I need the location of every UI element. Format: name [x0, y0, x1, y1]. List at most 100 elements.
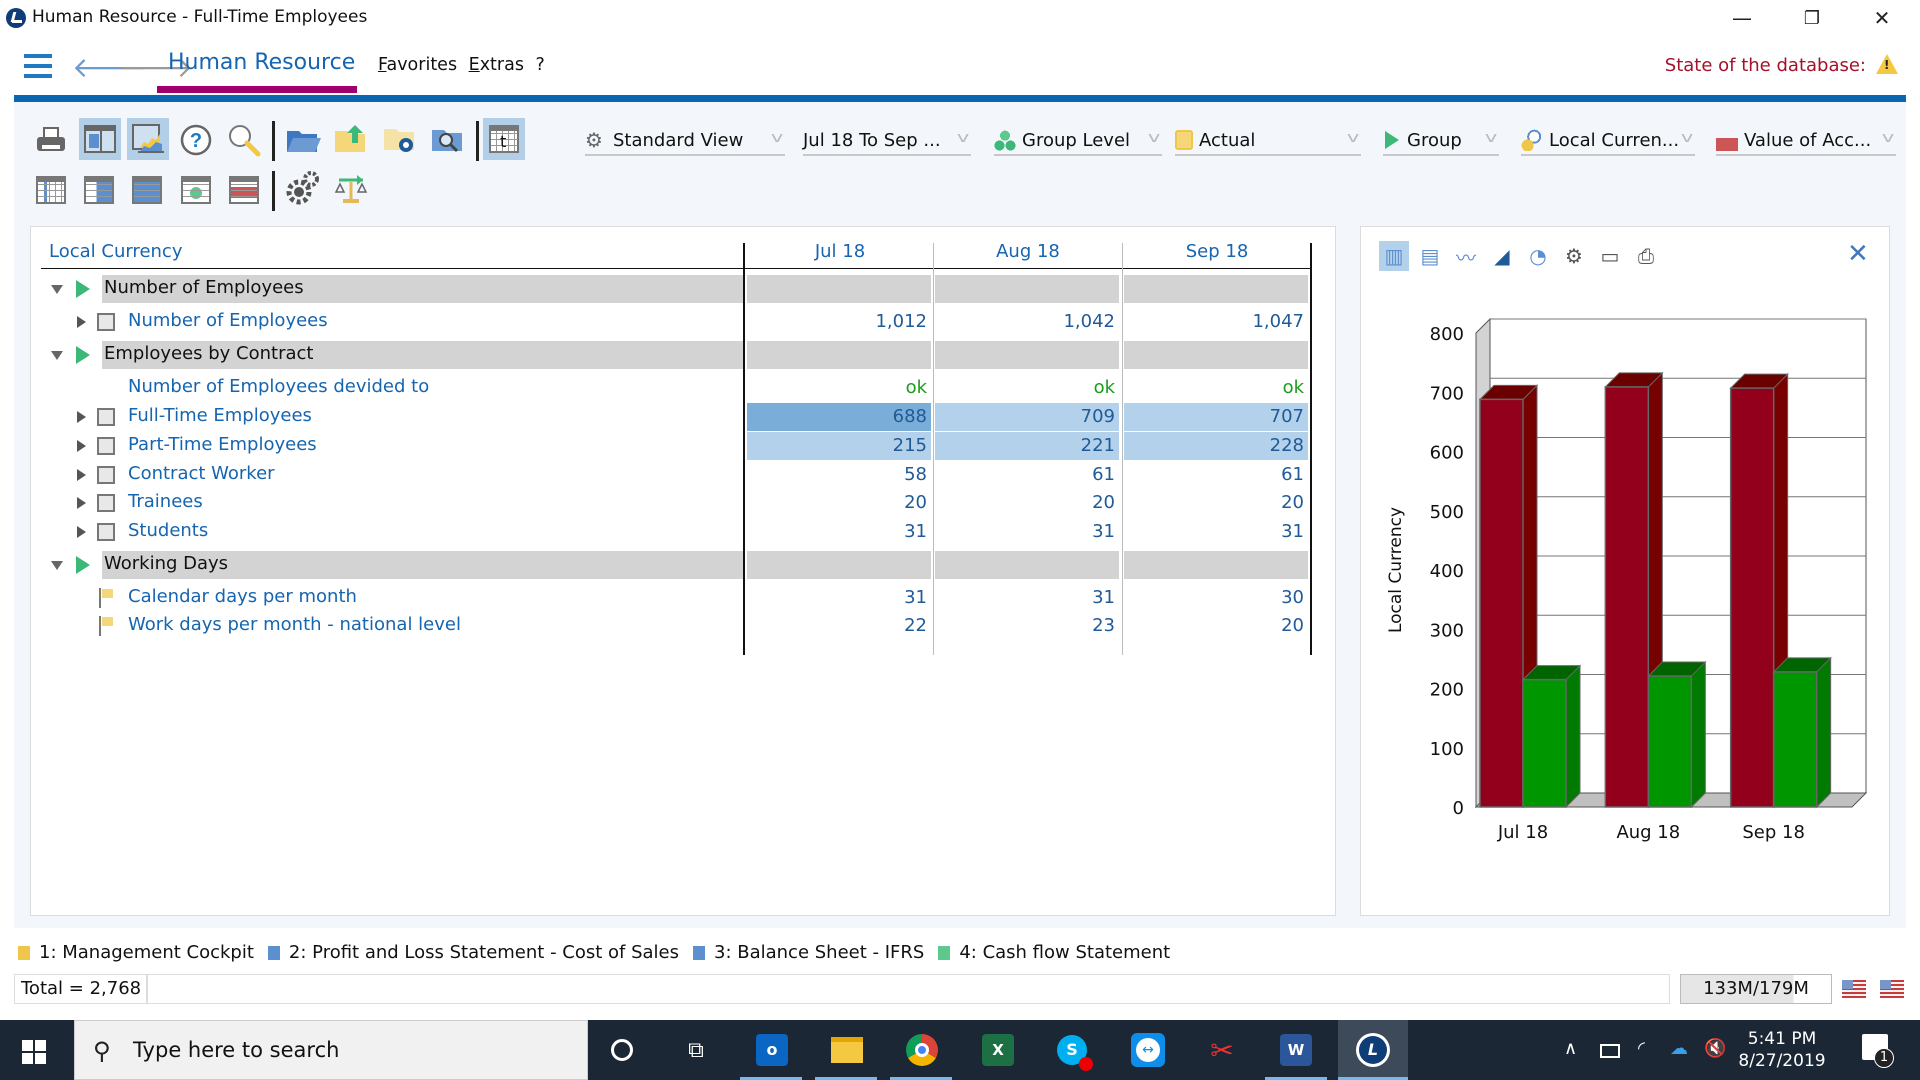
grid-cell[interactable]: ok [747, 374, 931, 402]
show-hidden-icons-icon[interactable]: ∧ [1564, 1038, 1577, 1059]
grid-cell[interactable]: 58 [747, 461, 931, 489]
scenario-dropdown[interactable]: Actual v [1175, 126, 1361, 156]
table-cube-button[interactable] [176, 170, 216, 210]
period-dropdown[interactable]: Jul 18 To Sep ... v [803, 126, 971, 156]
close-chart-button[interactable]: ✕ [1847, 239, 1869, 269]
open-folder-button[interactable] [283, 120, 323, 160]
grid-cell[interactable]: 20 [935, 489, 1119, 517]
grid-cell[interactable]: 709 [935, 403, 1119, 431]
table-full-button[interactable] [127, 170, 167, 210]
grid-view-button[interactable] [79, 118, 121, 160]
chart-view-button[interactable] [127, 118, 169, 160]
row-label[interactable]: Part-Time Employees [128, 434, 317, 455]
currency-dropdown[interactable]: Local Curren... v [1521, 126, 1695, 156]
grid-cell[interactable]: 23 [935, 612, 1119, 640]
grid-cell[interactable]: 1,042 [935, 308, 1119, 336]
row-checkbox[interactable] [97, 523, 115, 541]
grid-cell[interactable]: ok [1124, 374, 1308, 402]
report-tab-2[interactable]: 2: Profit and Loss Statement - Cost of S… [267, 942, 679, 963]
row-label[interactable]: Trainees [128, 491, 203, 512]
grid-cell[interactable]: 1,047 [1124, 308, 1308, 336]
grid-cell[interactable]: 31 [747, 518, 931, 546]
chart-settings-button[interactable]: ⚙ [1559, 241, 1589, 271]
grid-cell[interactable]: 31 [935, 584, 1119, 612]
minimize-button[interactable]: — [1722, 4, 1762, 32]
onedrive-icon[interactable]: ☁ [1670, 1038, 1688, 1059]
battery-icon[interactable] [1600, 1044, 1620, 1058]
system-clock[interactable]: 5:41 PM 8/27/2019 [1722, 1028, 1842, 1072]
group-play-icon[interactable] [76, 556, 90, 574]
bar-chart-button[interactable]: ▥ [1379, 241, 1409, 271]
notifications-icon[interactable]: 1 [1862, 1034, 1894, 1068]
group-dropdown[interactable]: Group v [1383, 126, 1499, 156]
table-t-button[interactable]: t [483, 118, 525, 160]
grid-cell[interactable]: 20 [1124, 489, 1308, 517]
stacked-bar-button[interactable]: ▤ [1415, 241, 1445, 271]
grid-cell[interactable]: 20 [747, 489, 931, 517]
print-button[interactable]: ⎙ [1631, 241, 1661, 271]
grid-cell[interactable]: 61 [1124, 461, 1308, 489]
restore-button[interactable]: ❐ [1792, 4, 1832, 32]
group-level-dropdown[interactable]: Group Level v [994, 126, 1162, 156]
view-dropdown[interactable]: ⚙ Standard View v [585, 126, 785, 156]
report-tab-3[interactable]: 3: Balance Sheet - IFRS [693, 942, 924, 963]
menu-help[interactable]: ? [536, 55, 545, 75]
grid-cell[interactable]: 707 [1124, 403, 1308, 431]
row-label[interactable]: Work days per month - national level [128, 614, 461, 635]
expand-arrow-icon[interactable] [77, 469, 86, 481]
report-tab-4[interactable]: 4: Cash flow Statement [938, 942, 1170, 963]
cortana-icon[interactable] [600, 1028, 644, 1072]
grid-cell[interactable]: 215 [747, 432, 931, 460]
chrome-icon[interactable] [900, 1028, 944, 1072]
expand-arrow-icon[interactable] [77, 440, 86, 452]
new-window-button[interactable]: ▭ [1595, 241, 1625, 271]
collapse-arrow-icon[interactable] [51, 285, 63, 294]
folder-settings-button[interactable] [380, 120, 420, 160]
row-label[interactable]: Number of Employees devided to [128, 376, 429, 397]
row-label[interactable]: Students [128, 520, 208, 541]
row-checkbox[interactable] [97, 437, 115, 455]
row-checkbox[interactable] [97, 313, 115, 331]
us-flag-icon[interactable] [1842, 980, 1866, 998]
grid-cell[interactable]: 30 [1124, 584, 1308, 612]
grid-cell[interactable]: 31 [1124, 518, 1308, 546]
task-view-icon[interactable]: ⧉ [674, 1028, 718, 1072]
wifi-icon[interactable]: ◜ [1638, 1038, 1645, 1059]
expand-arrow-icon[interactable] [77, 411, 86, 423]
outlook-icon[interactable]: o [750, 1028, 794, 1072]
grid-cell[interactable]: 20 [1124, 612, 1308, 640]
grid-cell[interactable]: 688 [747, 403, 931, 431]
expand-arrow-icon[interactable] [77, 497, 86, 509]
skype-icon[interactable]: S [1050, 1028, 1094, 1072]
row-checkbox[interactable] [97, 466, 115, 484]
table-right-button[interactable] [79, 170, 119, 210]
grid-cell[interactable]: 228 [1124, 432, 1308, 460]
file-explorer-icon[interactable] [825, 1028, 869, 1072]
row-label[interactable]: Calendar days per month [128, 586, 357, 607]
grid-cell[interactable]: 31 [935, 518, 1119, 546]
windows-start-icon[interactable] [22, 1040, 46, 1064]
row-checkbox[interactable] [97, 408, 115, 426]
row-label[interactable]: Full-Time Employees [128, 405, 312, 426]
grid-cell[interactable]: ok [935, 374, 1119, 402]
row-label[interactable]: Contract Worker [128, 463, 275, 484]
group-play-icon[interactable] [76, 280, 90, 298]
report-tab-1[interactable]: 1: Management Cockpit [18, 942, 254, 963]
grid-cell[interactable]: 22 [747, 612, 931, 640]
teamviewer-icon[interactable]: ↔ [1126, 1028, 1170, 1072]
hamburger-menu-icon[interactable] [24, 54, 52, 78]
row-label[interactable]: Number of Employees [128, 310, 328, 331]
pie-chart-button[interactable]: ◔ [1523, 241, 1553, 271]
export-folder-button[interactable] [331, 118, 371, 158]
grid-cell[interactable]: 31 [747, 584, 931, 612]
group-play-icon[interactable] [76, 346, 90, 364]
table-red-button[interactable] [224, 170, 264, 210]
menu-extras[interactable]: Extras [469, 55, 524, 75]
expand-arrow-icon[interactable] [77, 526, 86, 538]
grid-cell[interactable]: 1,012 [747, 308, 931, 336]
us-flag-icon[interactable] [1880, 980, 1904, 998]
collapse-arrow-icon[interactable] [51, 561, 63, 570]
collapse-arrow-icon[interactable] [51, 351, 63, 360]
search-button[interactable] [224, 120, 264, 160]
table-column-button[interactable] [31, 170, 71, 210]
